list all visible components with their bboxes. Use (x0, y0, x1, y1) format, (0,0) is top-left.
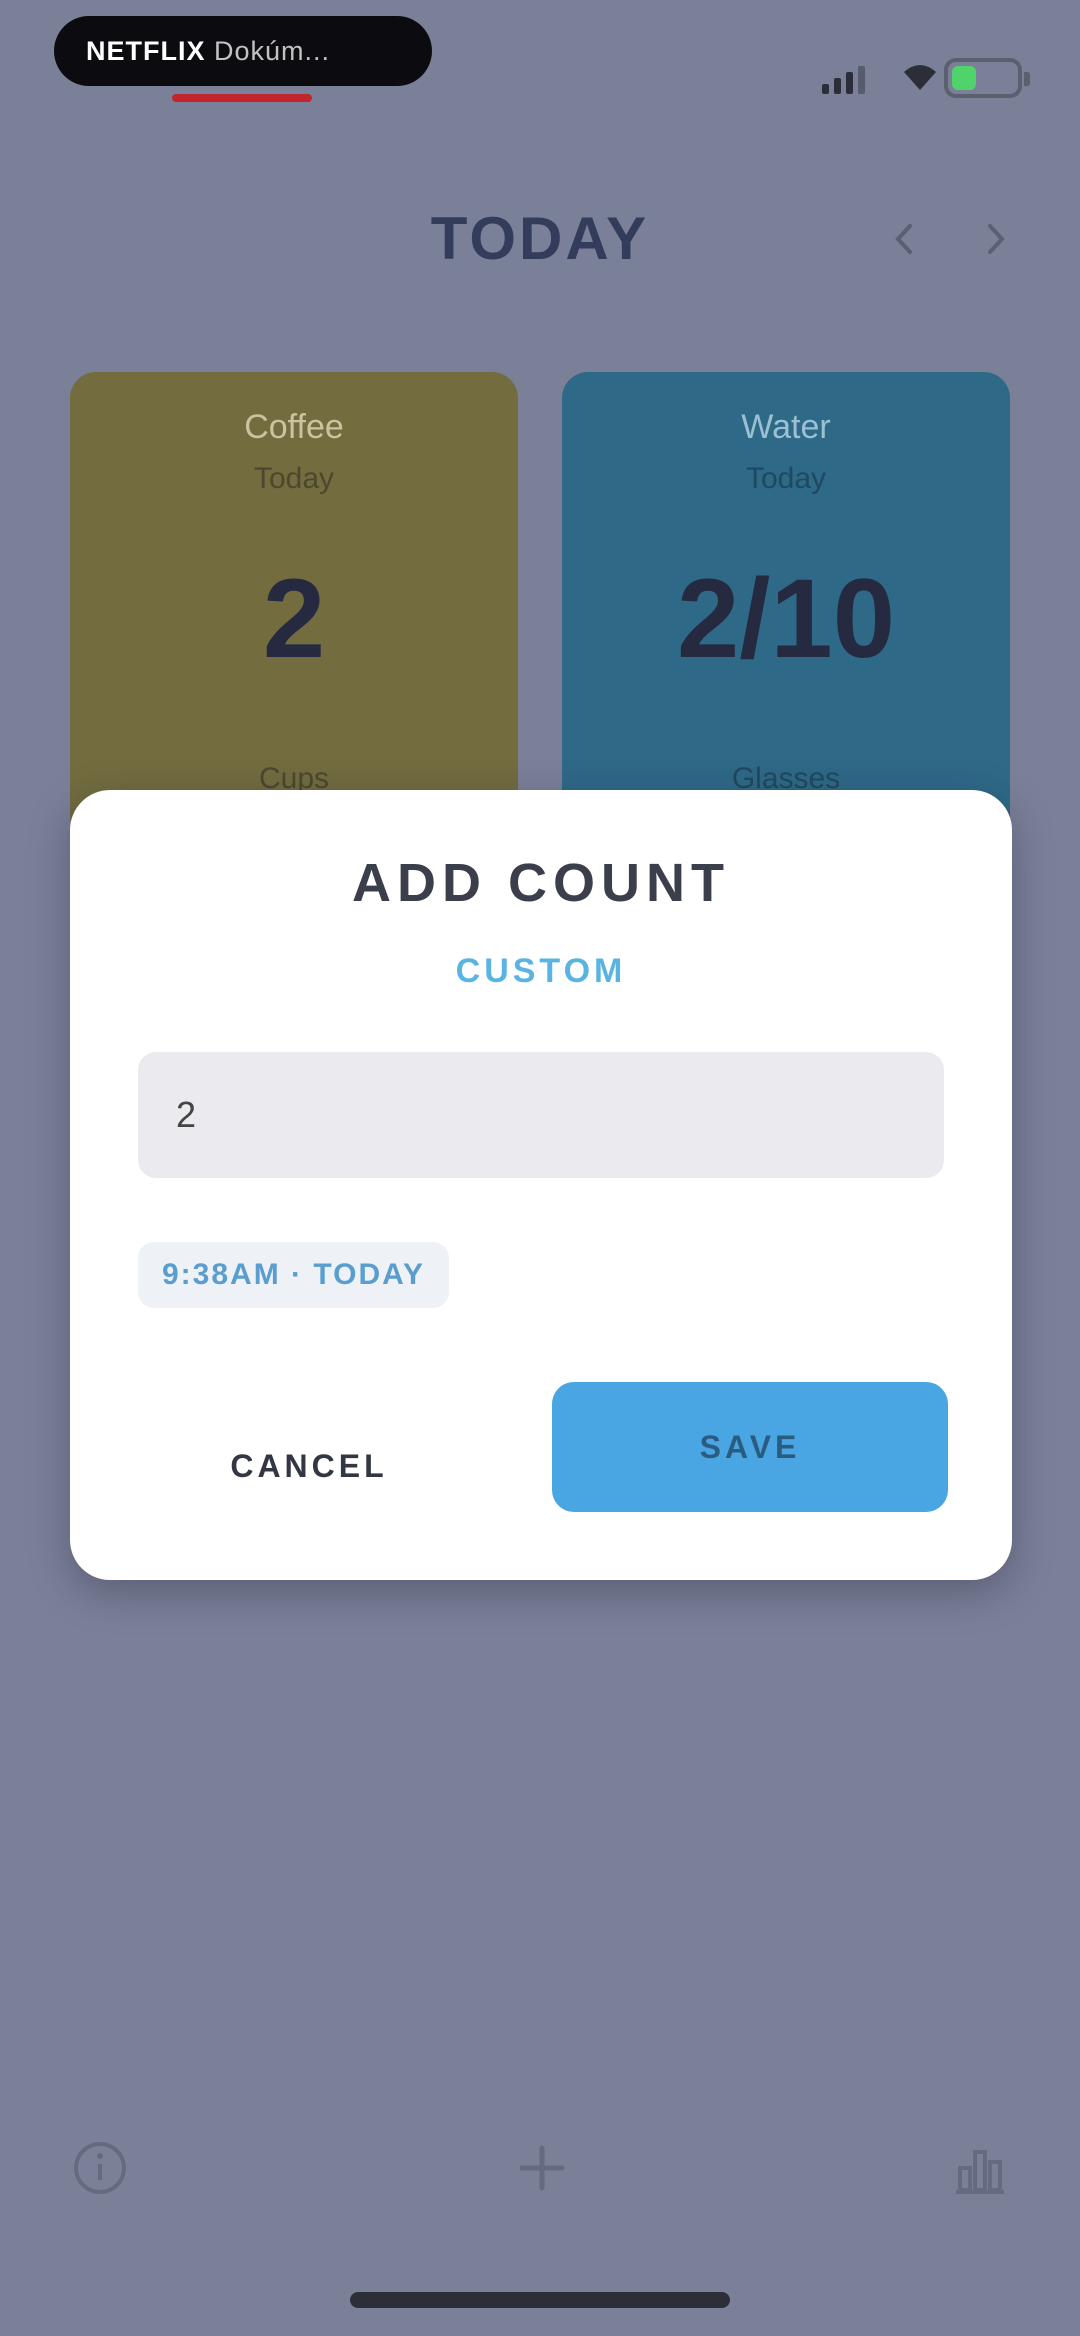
signal-icon (822, 66, 865, 94)
status-icons (794, 48, 1034, 104)
counter-value: 2 (262, 556, 326, 681)
dialog-subtitle: CUSTOM (455, 952, 627, 990)
save-button[interactable]: SAVE (552, 1382, 948, 1512)
status-notification-pill: NETFLIX Dokúm... (54, 16, 432, 102)
chevron-right-icon[interactable] (970, 214, 1020, 264)
stats-icon[interactable] (950, 2138, 1010, 2198)
add-count-dialog: ADD COUNT CUSTOM 9:38AM · TODAY CANCEL S… (70, 790, 1012, 1580)
datetime-chip[interactable]: 9:38AM · TODAY (138, 1242, 450, 1308)
count-input[interactable] (138, 1052, 944, 1178)
status-pill-underline (172, 94, 312, 102)
dialog-title: ADD COUNT (352, 853, 730, 913)
add-icon[interactable] (512, 2138, 572, 2198)
counter-card-water[interactable]: Water Today 2/10 Glasses (562, 372, 1010, 842)
counter-subtitle: Today (745, 462, 827, 495)
home-indicator[interactable] (350, 2292, 730, 2308)
wifi-icon (904, 65, 936, 90)
counter-value: 2/10 (677, 556, 895, 681)
counter-card-coffee[interactable]: Coffee Today 2 Cups (70, 372, 518, 842)
chevron-left-icon[interactable] (880, 214, 930, 264)
counter-name: Coffee (244, 408, 344, 446)
battery-icon (944, 58, 1030, 98)
info-icon[interactable] (70, 2138, 130, 2198)
counter-subtitle: Today (253, 462, 335, 495)
counter-name: Water (741, 408, 831, 446)
status-pill-text: NETFLIX Dokúm... (86, 35, 331, 66)
cancel-button[interactable]: CANCEL (194, 1408, 424, 1524)
